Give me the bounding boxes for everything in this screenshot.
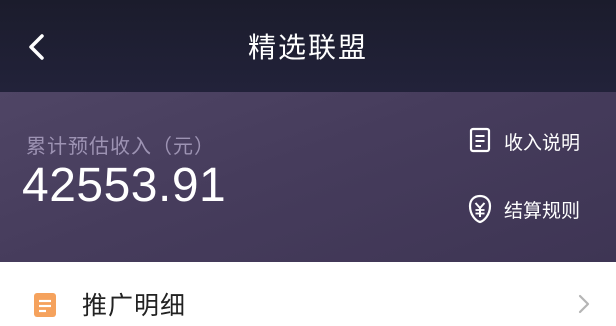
earnings-card: 累计预估收入（元） 42553.91 收入说明 结算规则	[0, 92, 616, 262]
settlement-rules-label: 结算规则	[503, 199, 580, 222]
income-explain-label: 收入说明	[503, 131, 580, 154]
promotion-detail-row[interactable]: 推广明细	[0, 262, 616, 326]
settlement-rules-link[interactable]: 结算规则	[466, 194, 580, 224]
page-title: 精选联盟	[247, 31, 368, 64]
chevron-right-icon	[578, 294, 590, 314]
promotion-detail-label: 推广明细	[82, 291, 187, 320]
top-nav-bar: 精选联盟	[0, 0, 616, 92]
document-icon	[466, 126, 494, 156]
income-explain-link[interactable]: 收入说明	[466, 126, 580, 156]
list-doc-icon	[34, 293, 56, 317]
total-income-label: 累计预估收入（元）	[26, 134, 215, 158]
total-income-value: 42553.91	[22, 159, 227, 212]
yuan-shield-icon	[466, 194, 494, 224]
